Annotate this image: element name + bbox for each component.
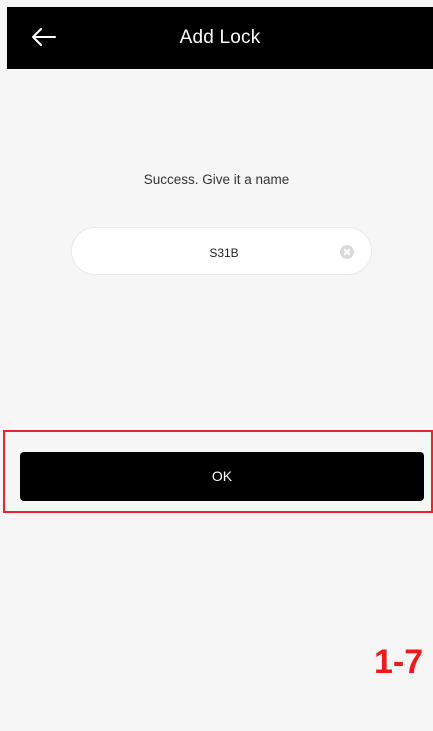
lock-name-input[interactable] xyxy=(112,240,336,266)
ok-button[interactable]: OK xyxy=(20,452,424,501)
success-message: Success. Give it a name xyxy=(143,172,290,187)
page-title: Add Lock xyxy=(179,27,261,48)
lock-name-field[interactable] xyxy=(71,227,372,275)
app-screen: Add Lock Success. Give it a name OK 1-7 xyxy=(0,0,433,731)
figure-label: 1-7 xyxy=(374,643,424,681)
clear-icon[interactable] xyxy=(340,245,354,259)
header-bar: Add Lock xyxy=(7,7,433,69)
